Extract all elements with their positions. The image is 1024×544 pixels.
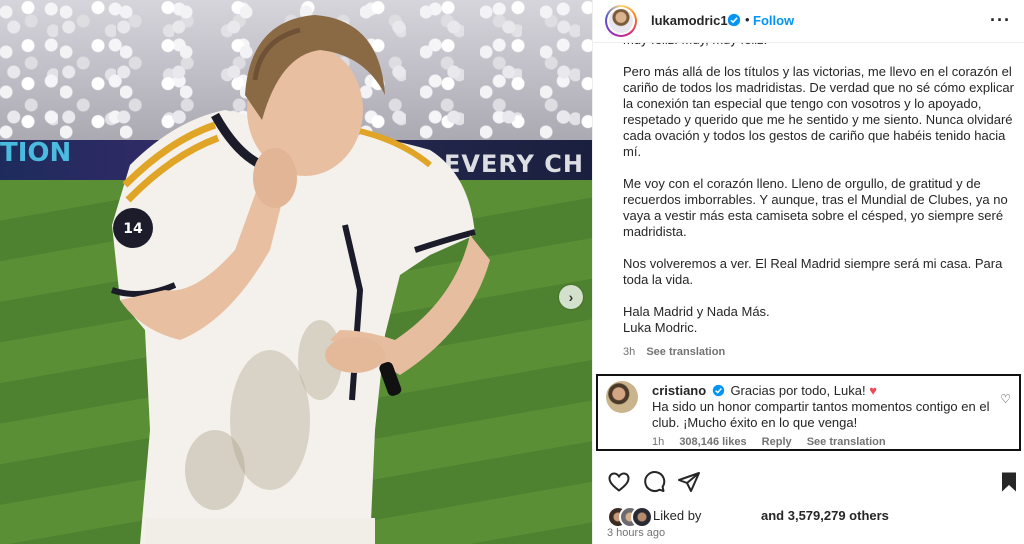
- likes-row: Liked by and 3,579,279 others: [607, 505, 1017, 528]
- reply-button[interactable]: Reply: [762, 436, 792, 448]
- heart-icon[interactable]: [607, 470, 631, 494]
- post-time-ago: 3 hours ago: [607, 527, 666, 539]
- comment-likes[interactable]: 308,146 likes: [679, 436, 746, 448]
- verified-badge-icon: [727, 13, 741, 27]
- liked-by-label: Liked by: [653, 508, 702, 523]
- post-header: lukamodric10 • Follow ···: [593, 0, 1024, 43]
- post-username[interactable]: lukamodric10: [651, 13, 735, 28]
- verified-badge-icon: [712, 384, 724, 397]
- caption-paragraph: Me voy con el corazón lleno. Lleno de or…: [623, 176, 1008, 239]
- heart-emoji-icon: ♥: [869, 383, 877, 398]
- comment-username[interactable]: cristiano: [652, 383, 706, 398]
- comment-time: 1h: [652, 436, 665, 448]
- likes-count[interactable]: and 3,579,279 others: [761, 508, 889, 523]
- post-panel: muy feliz. Muy, muy feliz. Pero más allá…: [592, 0, 1024, 544]
- post-caption: muy feliz. Muy, muy feliz. Pero más allá…: [623, 38, 1019, 368]
- caption-meta: 3h See translation: [623, 344, 1019, 360]
- avatar[interactable]: [605, 5, 637, 37]
- chevron-right-icon[interactable]: ›: [559, 285, 583, 309]
- heart-icon[interactable]: ♡: [1000, 392, 1011, 406]
- comment-meta: 1h 308,146 likes Reply See translation: [652, 436, 898, 448]
- caption-paragraph: Pero más allá de los títulos y las victo…: [623, 64, 1014, 159]
- jersey-badge-number: 14: [123, 221, 143, 237]
- caption-paragraph: Nos volveremos a ver. El Real Madrid sie…: [623, 256, 1003, 287]
- separator-dot: •: [745, 12, 750, 27]
- comment-see-translation[interactable]: See translation: [807, 436, 886, 448]
- carousel-next-label: ›: [568, 289, 574, 305]
- comment-text-first: Gracias por todo, Luka!: [730, 383, 866, 398]
- follow-button[interactable]: Follow: [753, 13, 794, 28]
- caption-paragraph: Hala Madrid y Nada Más. Luka Modric.: [623, 304, 770, 335]
- comment-avatar[interactable]: [606, 381, 638, 413]
- caption-time: 3h: [623, 346, 636, 358]
- liker-avatar[interactable]: [631, 506, 653, 528]
- comment-text: cristiano Gracias por todo, Luka! ♥ Ha s…: [652, 383, 1002, 431]
- see-translation-link[interactable]: See translation: [646, 346, 725, 358]
- action-bar: [593, 462, 1024, 502]
- more-options-icon[interactable]: ···: [990, 10, 1011, 31]
- post-photo: TION USE EVERY CH 14 ›: [0, 0, 592, 544]
- player-figure: 14: [110, 15, 490, 544]
- share-icon[interactable]: [677, 470, 701, 494]
- comment-icon[interactable]: [642, 470, 666, 494]
- comment-text-rest: Ha sido un honor compartir tantos moment…: [652, 399, 990, 430]
- highlighted-comment: cristiano Gracias por todo, Luka! ♥ Ha s…: [596, 374, 1021, 451]
- bookmark-icon[interactable]: [997, 470, 1021, 494]
